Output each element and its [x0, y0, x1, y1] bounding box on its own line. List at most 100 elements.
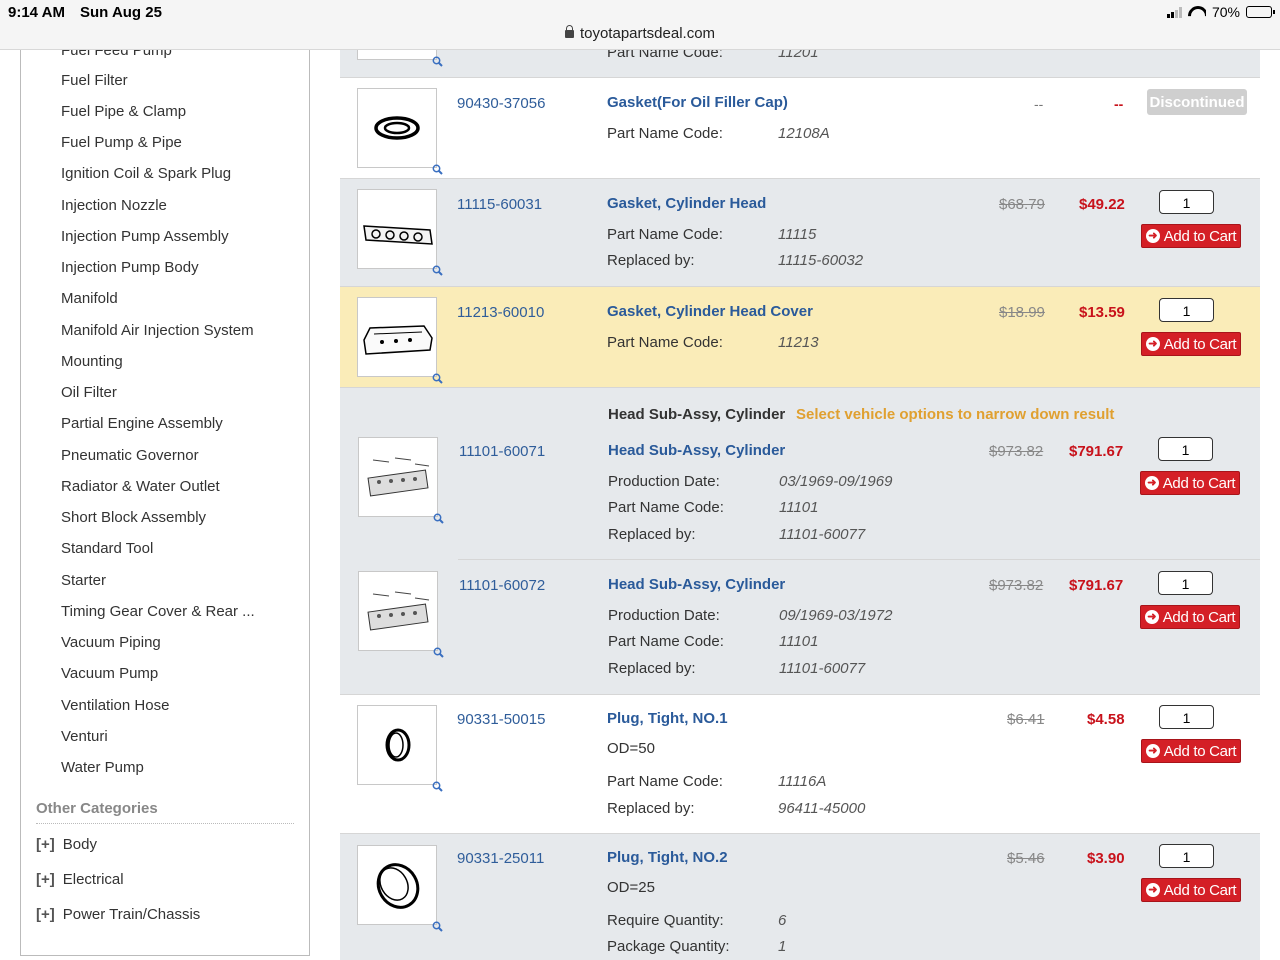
sidebar-item-injection-pump-body[interactable]: Injection Pump Body — [61, 259, 199, 276]
sidebar-item-standard-tool[interactable]: Standard Tool — [61, 540, 153, 557]
quantity-input[interactable] — [1159, 705, 1214, 729]
sidebar-item-injection-nozzle[interactable]: Injection Nozzle — [61, 197, 167, 214]
arrow-right-icon: ➜ — [1144, 476, 1159, 490]
row-divider — [458, 559, 1260, 560]
part-thumbnail[interactable] — [358, 437, 444, 524]
add-to-cart-button[interactable]: ➜ Add to Cart — [1140, 471, 1240, 495]
other-categories-header: Other Categories — [36, 800, 158, 817]
part-name-link[interactable]: Head Sub-Assy, Cylinder — [608, 576, 785, 593]
sidebar-item-oil-filter[interactable]: Oil Filter — [61, 384, 117, 401]
replaced-by-value: 11101-60077 — [779, 660, 866, 677]
part-name-link[interactable]: Head Sub-Assy, Cylinder — [608, 442, 785, 459]
category-label: Electrical — [62, 871, 124, 888]
quantity-input[interactable] — [1158, 437, 1213, 461]
add-to-cart-button[interactable]: ➜ Add to Cart — [1141, 224, 1241, 248]
add-to-cart-button[interactable]: ➜ Add to Cart — [1140, 605, 1240, 629]
require-quantity-value: 6 — [778, 912, 787, 929]
sale-price: $791.67 — [1069, 577, 1124, 594]
sidebar-item-short-block-assembly[interactable]: Short Block Assembly — [61, 509, 206, 526]
category-electrical[interactable]: [+] Electrical — [36, 871, 124, 888]
part-name-code-value: 11115 — [778, 226, 817, 243]
sidebar-item-fuel-feed-pump[interactable]: Fuel Feed Pump — [61, 50, 172, 59]
part-row: 11115-60031 Gasket, Cylinder Head Part N… — [340, 179, 1260, 286]
sidebar-item-mounting[interactable]: Mounting — [61, 353, 123, 370]
replaced-by-value: 11101-60077 — [779, 526, 866, 543]
list-price: -- — [1034, 96, 1044, 112]
sidebar-item-starter[interactable]: Starter — [61, 572, 106, 589]
quantity-input[interactable] — [1158, 571, 1213, 595]
part-name-link[interactable]: Plug, Tight, NO.1 — [607, 710, 728, 727]
sidebar-item-fuel-filter[interactable]: Fuel Filter — [61, 72, 128, 89]
expand-icon: [+] — [36, 836, 55, 853]
sidebar-item-partial-engine-assembly[interactable]: Partial Engine Assembly — [61, 415, 223, 432]
part-name-code-label: Part Name Code: — [607, 125, 723, 142]
arrow-right-icon: ➜ — [1145, 229, 1160, 243]
part-number-link[interactable]: 90331-25011 — [457, 850, 544, 867]
part-number-link[interactable]: 11101-60071 — [459, 443, 545, 460]
sidebar-item-vacuum-pump[interactable]: Vacuum Pump — [61, 665, 158, 682]
add-to-cart-button[interactable]: ➜ Add to Cart — [1141, 332, 1241, 356]
quantity-input[interactable] — [1159, 298, 1214, 322]
part-thumbnail[interactable] — [357, 50, 443, 67]
lock-icon — [564, 25, 574, 38]
part-number-link[interactable]: 11115-60031 — [457, 196, 542, 213]
part-note: OD=50 — [607, 740, 655, 757]
add-to-cart-button[interactable]: ➜ Add to Cart — [1141, 878, 1241, 902]
replaced-by-label: Replaced by: — [608, 526, 696, 543]
category-label: Power Train/Chassis — [62, 906, 201, 923]
part-thumbnail[interactable] — [357, 705, 443, 792]
part-row: 90331-50015 Plug, Tight, NO.1 OD=50 Part… — [340, 695, 1260, 833]
address-bar[interactable]: toyotapartsdeal.com — [0, 25, 1280, 42]
part-name-link[interactable]: Gasket, Cylinder Head Cover — [607, 303, 813, 320]
add-to-cart-label: Add to Cart — [1163, 742, 1237, 760]
part-name-code-value: 11213 — [778, 334, 819, 351]
arrow-right-icon: ➜ — [1145, 744, 1160, 758]
sidebar-item-ignition-coil[interactable]: Ignition Coil & Spark Plug — [61, 165, 231, 182]
part-name-code-label: Part Name Code: — [608, 499, 724, 516]
sidebar-item-ventilation-hose[interactable]: Ventilation Hose — [61, 697, 169, 714]
part-number-link[interactable]: 90331-50015 — [457, 711, 545, 728]
package-quantity-label: Package Quantity: — [607, 938, 730, 955]
sidebar-item-radiator-water-outlet[interactable]: Radiator & Water Outlet — [61, 478, 220, 495]
add-to-cart-label: Add to Cart — [1162, 608, 1236, 626]
sidebar-item-water-pump[interactable]: Water Pump — [61, 759, 144, 776]
sidebar-item-pneumatic-governor[interactable]: Pneumatic Governor — [61, 447, 199, 464]
part-number-link[interactable]: 11101-60072 — [459, 577, 545, 594]
category-body[interactable]: [+] Body — [36, 836, 97, 853]
expand-icon: [+] — [36, 871, 55, 888]
add-to-cart-button[interactable]: ➜ Add to Cart — [1141, 739, 1241, 763]
part-thumbnail[interactable] — [358, 571, 444, 658]
part-note: OD=25 — [607, 879, 655, 896]
sidebar-item-fuel-pipe-clamp[interactable]: Fuel Pipe & Clamp — [61, 103, 186, 120]
quantity-input[interactable] — [1159, 190, 1214, 214]
sidebar-item-timing-gear-cover[interactable]: Timing Gear Cover & Rear ... — [61, 603, 255, 620]
quantity-input[interactable] — [1159, 844, 1214, 868]
part-name-link[interactable]: Gasket(For Oil Filler Cap) — [607, 94, 788, 111]
part-name-link[interactable]: Plug, Tight, NO.2 — [607, 849, 728, 866]
sidebar-item-injection-pump-assembly[interactable]: Injection Pump Assembly — [61, 228, 229, 245]
category-label: Body — [62, 836, 97, 853]
expand-icon: [+] — [36, 906, 55, 923]
sidebar-item-fuel-pump-pipe[interactable]: Fuel Pump & Pipe — [61, 134, 182, 151]
part-name-link[interactable]: Gasket, Cylinder Head — [607, 195, 766, 212]
arrow-right-icon: ➜ — [1145, 337, 1160, 351]
part-thumbnail[interactable] — [357, 189, 443, 276]
replaced-by-label: Replaced by: — [607, 800, 695, 817]
add-to-cart-label: Add to Cart — [1163, 227, 1237, 245]
category-power-train[interactable]: [+] Power Train/Chassis — [36, 906, 200, 923]
part-thumbnail[interactable] — [357, 88, 443, 175]
sidebar-item-venturi[interactable]: Venturi — [61, 728, 108, 745]
sidebar-item-vacuum-piping[interactable]: Vacuum Piping — [61, 634, 161, 651]
head-cover-image — [363, 325, 433, 355]
part-thumbnail[interactable] — [357, 297, 443, 384]
part-name-code-value: 11116A — [778, 773, 827, 790]
battery-icon — [1246, 6, 1275, 18]
sale-price: $13.59 — [1079, 304, 1125, 321]
part-number-link[interactable]: 11213-60010 — [457, 304, 544, 321]
part-number-link[interactable]: 90430-37056 — [457, 95, 545, 112]
sidebar-item-manifold[interactable]: Manifold — [61, 290, 118, 307]
group-hint: Select vehicle options to narrow down re… — [796, 406, 1115, 423]
part-thumbnail[interactable] — [357, 845, 443, 932]
status-date: Sun Aug 25 — [80, 4, 162, 21]
sidebar-item-manifold-air-injection[interactable]: Manifold Air Injection System — [61, 322, 254, 339]
